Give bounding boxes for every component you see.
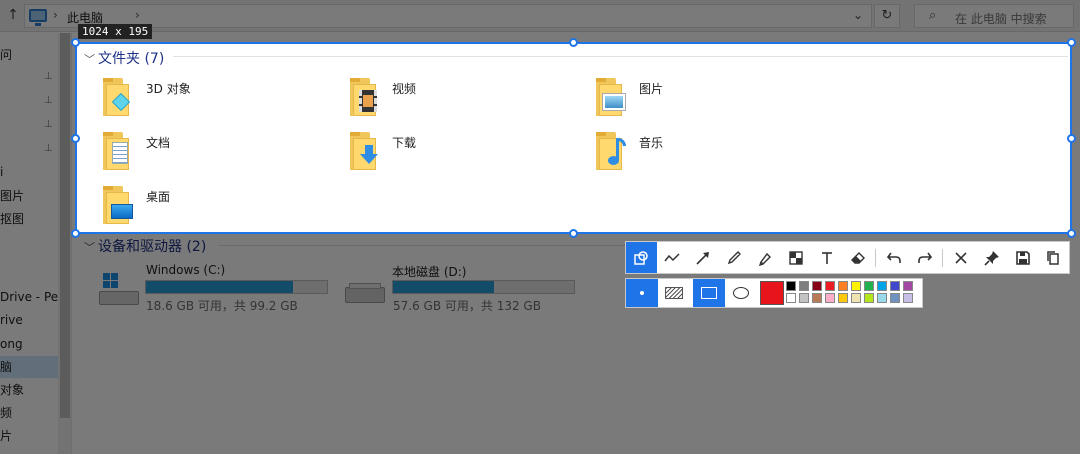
drive-free-space: 18.6 GB 可用，共 99.2 GB: [146, 299, 298, 313]
color-swatch[interactable]: [838, 293, 848, 303]
capture-size-label: 1024 x 195: [78, 24, 153, 39]
drive-usage-fill: [146, 281, 293, 293]
rectangle-icon[interactable]: [693, 279, 725, 307]
up-arrow-icon[interactable]: ↑: [4, 6, 22, 24]
resize-handle[interactable]: [1067, 229, 1076, 238]
save-icon[interactable]: [1007, 242, 1038, 273]
windows-drive-icon[interactable]: [97, 273, 141, 307]
color-swatch[interactable]: [877, 281, 887, 291]
color-swatch[interactable]: [864, 281, 874, 291]
sidebar-item-3d-objects[interactable]: 对象: [0, 379, 24, 401]
copy-icon[interactable]: [1038, 242, 1069, 273]
drive-usage-bar: [392, 280, 575, 294]
pin-icon: ⊥: [44, 119, 53, 130]
this-pc-icon: [29, 9, 47, 26]
address-bar: ↑ › 此电脑 › ⌄ ↻ ⌕ 在 此电脑 中搜索: [0, 0, 1080, 32]
sidebar-item-video[interactable]: 频: [0, 402, 12, 424]
resize-handle[interactable]: [1067, 134, 1076, 143]
resize-handle[interactable]: [71, 38, 80, 47]
sidebar-scroll-thumb[interactable]: [60, 33, 70, 418]
color-swatch[interactable]: [799, 293, 809, 303]
color-swatch[interactable]: [851, 281, 861, 291]
refresh-button[interactable]: ↻: [874, 4, 900, 28]
arrow-icon[interactable]: [688, 242, 719, 273]
pin-icon: ⊥: [44, 95, 53, 106]
resize-handle[interactable]: [569, 229, 578, 238]
sidebar-item-this-pc[interactable]: 脑: [0, 356, 58, 378]
mosaic-icon[interactable]: [781, 242, 812, 273]
pin-icon: ⊥: [44, 143, 53, 154]
chevron-right-icon[interactable]: ›: [53, 8, 58, 22]
annotation-toolbar: [625, 241, 1070, 274]
marker-icon[interactable]: [750, 242, 781, 273]
drives-group-header[interactable]: ﹀ 设备和驱动器 (2): [84, 236, 206, 256]
color-swatch[interactable]: [786, 293, 796, 303]
shape-icon[interactable]: [626, 242, 657, 273]
current-color-swatch[interactable]: [760, 281, 784, 305]
color-swatch[interactable]: [851, 293, 861, 303]
chevron-down-icon[interactable]: ﹀: [84, 239, 98, 255]
stroke-size-small-icon[interactable]: [626, 279, 658, 307]
color-swatch[interactable]: [825, 293, 835, 303]
capture-selection[interactable]: [75, 42, 1072, 234]
resize-handle[interactable]: [1067, 38, 1076, 47]
drive-usage-bar: [145, 280, 328, 294]
sidebar-item-onedrive[interactable]: Drive - Per: [0, 286, 63, 308]
drive-free-space: 57.6 GB 可用，共 132 GB: [393, 299, 541, 313]
sidebar-item[interactable]: 问: [0, 44, 12, 66]
color-swatch[interactable]: [890, 293, 900, 303]
color-swatch[interactable]: [890, 281, 900, 291]
sidebar-item-pictures[interactable]: 片: [0, 425, 12, 447]
fill-pattern-icon[interactable]: [658, 279, 690, 307]
search-icon: ⌕: [929, 8, 937, 23]
pencil-icon[interactable]: [719, 242, 750, 273]
drives-group-title: 设备和驱动器 (2): [98, 239, 207, 255]
color-swatch[interactable]: [838, 281, 848, 291]
color-swatch[interactable]: [864, 293, 874, 303]
search-placeholder: 在 此电脑 中搜索: [955, 12, 1047, 26]
drive-name[interactable]: 本地磁盘 (D:): [392, 263, 466, 280]
text-icon[interactable]: [812, 242, 843, 273]
chevron-down-icon[interactable]: ⌄: [853, 8, 863, 22]
color-swatch[interactable]: [812, 293, 822, 303]
toolbar-divider: [875, 248, 877, 267]
sidebar-item[interactable]: i: [0, 161, 3, 183]
color-swatch[interactable]: [799, 281, 809, 291]
sidebar-item[interactable]: 抠图: [0, 208, 24, 230]
search-input[interactable]: ⌕ 在 此电脑 中搜索: [914, 4, 1074, 28]
navigation-pane: 问 ⊥ ⊥ ⊥ ⊥ i 图片 抠图 Drive - Per rive ong 脑…: [0, 33, 72, 454]
toolbar-divider: [942, 248, 944, 267]
resize-handle[interactable]: [71, 134, 80, 143]
redo-icon[interactable]: [909, 242, 940, 273]
chevron-right-icon[interactable]: ›: [135, 8, 140, 22]
color-swatch[interactable]: [877, 293, 887, 303]
undo-icon[interactable]: [878, 242, 909, 273]
drive-usage-fill: [393, 281, 495, 293]
pin-icon: ⊥: [44, 71, 53, 82]
drive-name[interactable]: Windows (C:): [146, 263, 225, 277]
color-swatch[interactable]: [903, 281, 913, 291]
local-disk-icon[interactable]: [343, 273, 387, 307]
polyline-icon[interactable]: [657, 242, 688, 273]
eraser-icon[interactable]: [842, 242, 873, 273]
resize-handle[interactable]: [569, 38, 578, 47]
sidebar-item[interactable]: 图片: [0, 185, 24, 207]
color-swatch[interactable]: [812, 281, 822, 291]
close-icon[interactable]: [945, 242, 976, 273]
pin-icon[interactable]: [976, 242, 1007, 273]
color-swatch[interactable]: [786, 281, 796, 291]
sidebar-item[interactable]: rive: [0, 309, 23, 331]
resize-handle[interactable]: [71, 229, 80, 238]
color-swatch[interactable]: [825, 281, 835, 291]
sidebar-item[interactable]: ong: [0, 333, 23, 355]
color-swatch[interactable]: [903, 293, 913, 303]
ellipse-icon[interactable]: [725, 279, 757, 307]
